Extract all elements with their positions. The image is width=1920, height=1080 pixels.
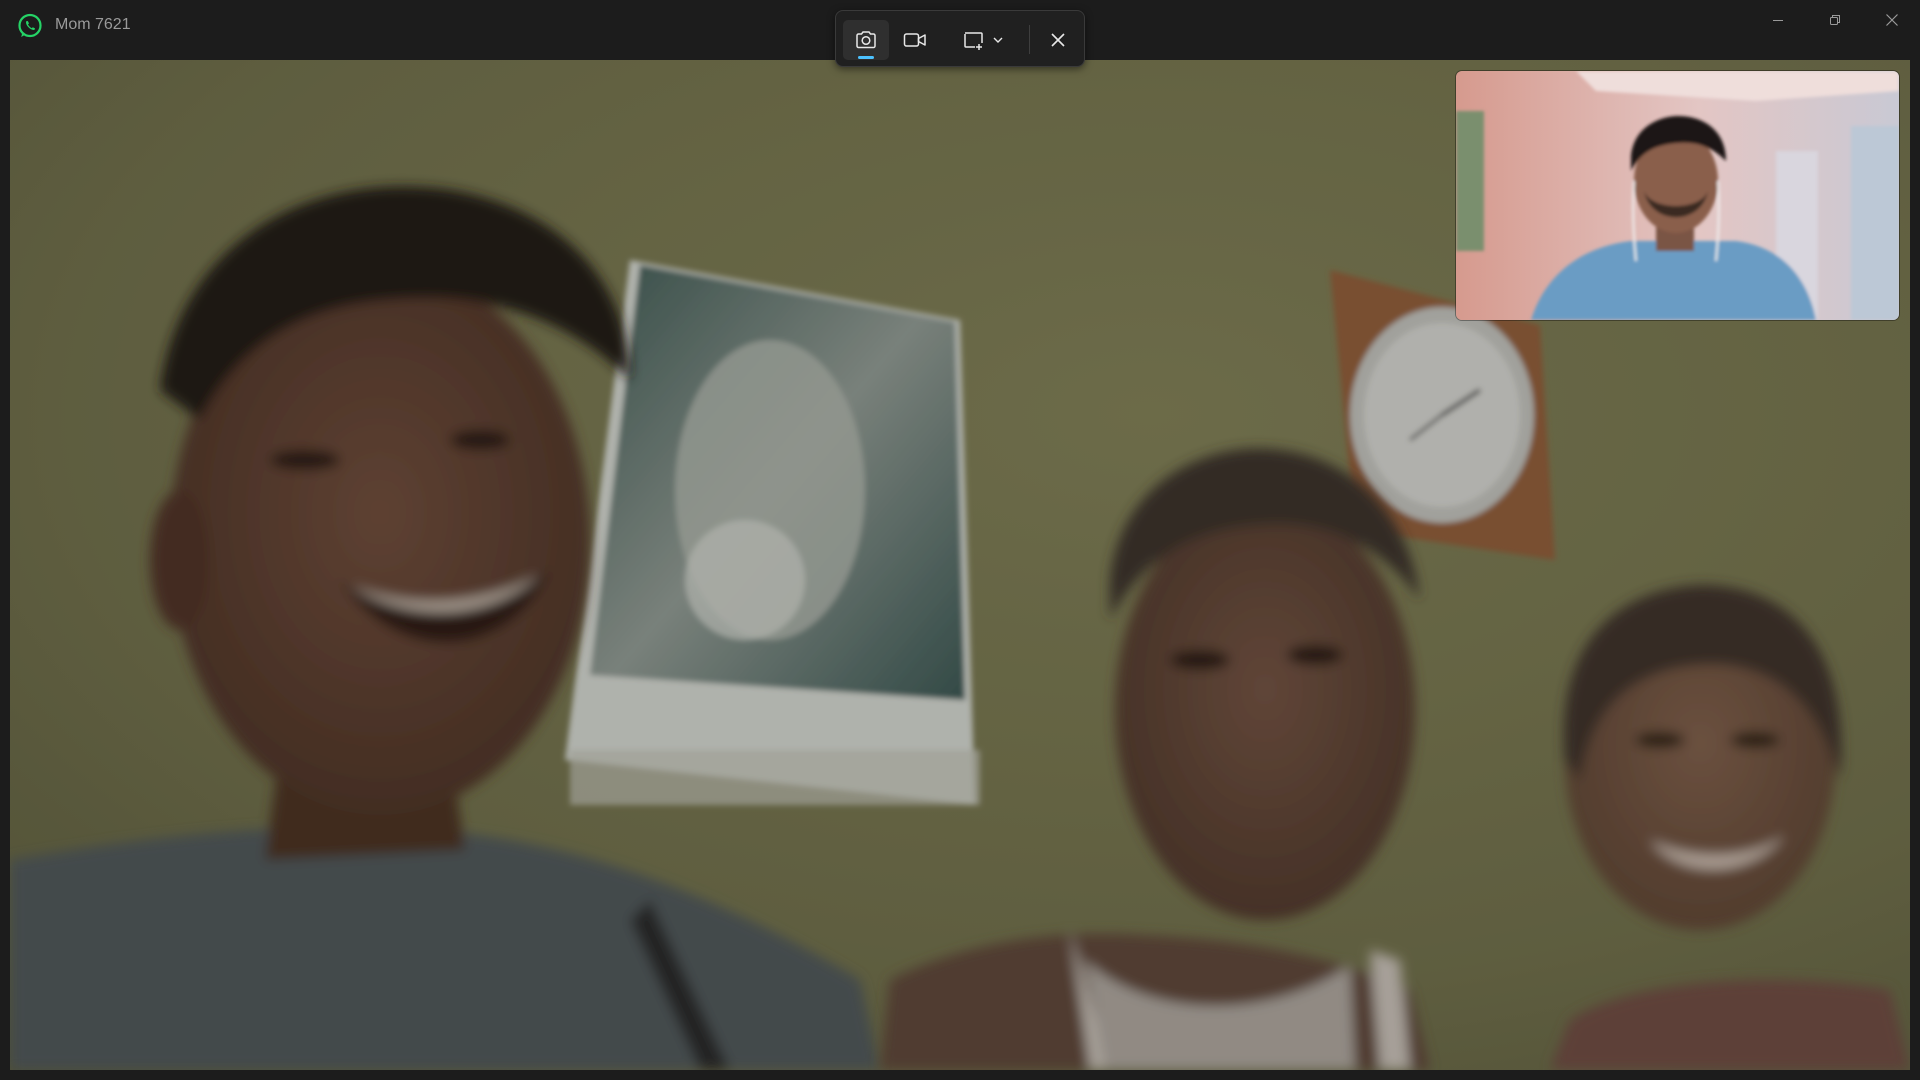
close-icon xyxy=(1051,33,1065,47)
close-capture-button[interactable] xyxy=(1036,20,1080,60)
selected-indicator xyxy=(858,56,874,59)
minimize-button[interactable] xyxy=(1749,0,1806,40)
close-window-button[interactable] xyxy=(1863,0,1920,40)
self-view-preview[interactable] xyxy=(1456,71,1899,320)
photo-capture-button[interactable] xyxy=(843,20,889,60)
close-icon xyxy=(1885,14,1898,26)
restore-button[interactable] xyxy=(1806,0,1863,40)
minimize-icon xyxy=(1772,20,1783,21)
video-camera-icon xyxy=(903,33,926,47)
video-capture-button[interactable] xyxy=(892,20,938,60)
capture-region-icon xyxy=(964,32,983,50)
camera-icon xyxy=(856,31,876,49)
restore-icon xyxy=(1829,15,1840,25)
local-camera-frame xyxy=(1456,71,1899,320)
capture-toolbar xyxy=(835,10,1085,67)
capture-mode-dropdown[interactable] xyxy=(951,20,1015,60)
chevron-down-icon xyxy=(993,37,1003,43)
toolbar-divider xyxy=(1029,25,1030,54)
window-title: Mom 7621 xyxy=(55,16,131,33)
window-controls xyxy=(1749,0,1920,40)
whatsapp-icon xyxy=(17,13,43,39)
video-call-window: Mom 7621 xyxy=(0,0,1920,1080)
